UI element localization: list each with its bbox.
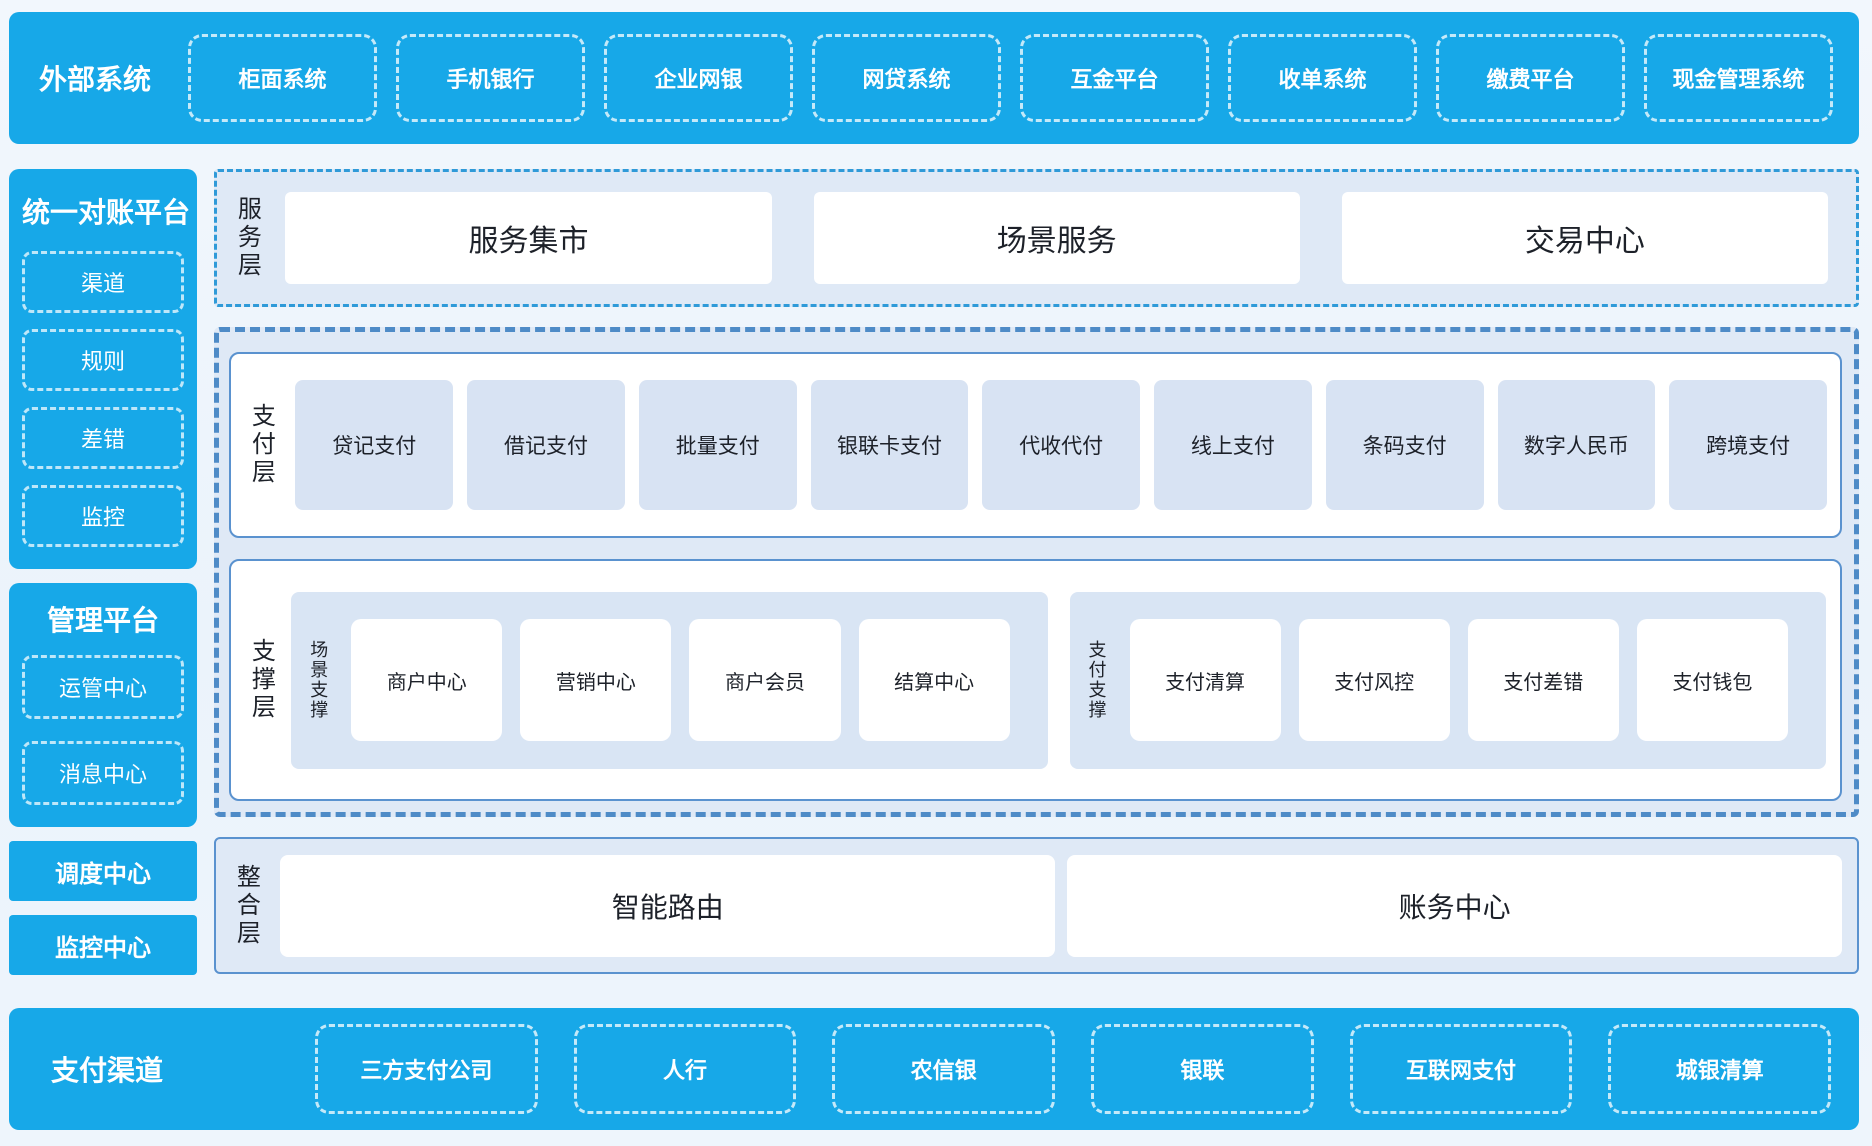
payment-channel-item: 互联网支付 (1350, 1024, 1573, 1114)
payment-channels-label: 支付渠道 (51, 1049, 279, 1089)
support-item: 结算中心 (859, 619, 1010, 741)
payment-channels-bar: 支付渠道 三方支付公司 人行 农信银 银联 互联网支付 城银清算 (9, 1008, 1859, 1130)
support-item: 支付差错 (1468, 619, 1619, 741)
payment-item: 线上支付 (1154, 380, 1312, 510)
reconciliation-item: 规则 (22, 329, 184, 391)
payment-channel-item: 三方支付公司 (315, 1024, 538, 1114)
support-item: 商户中心 (351, 619, 502, 741)
payment-item: 跨境支付 (1669, 380, 1827, 510)
payment-support-label: 支付支撑 (1086, 640, 1106, 720)
monitor-center-box: 监控中心 (9, 915, 197, 975)
service-box: 交易中心 (1342, 192, 1828, 284)
scene-support-items: 商户中心 营销中心 商户会员 结算中心 (351, 619, 1010, 741)
support-item: 支付钱包 (1637, 619, 1788, 741)
external-system-item: 缴费平台 (1436, 34, 1625, 122)
payment-support-group: 支付支撑 支付清算 支付风控 支付差错 支付钱包 (1070, 592, 1826, 769)
scene-support-label: 场景支撑 (307, 640, 327, 720)
support-layer-groups: 场景支撑 商户中心 营销中心 商户会员 结算中心 支付支撑 支付清算 (291, 592, 1826, 769)
payment-layer: 支付层 贷记支付 借记支付 批量支付 银联卡支付 代收代付 线上支付 条码支付 … (229, 352, 1842, 538)
service-box: 场景服务 (814, 192, 1300, 284)
payment-channel-item: 银联 (1091, 1024, 1314, 1114)
payment-item: 代收代付 (982, 380, 1140, 510)
support-item: 支付风控 (1299, 619, 1450, 741)
service-layer-boxes: 服务集市 场景服务 交易中心 (285, 192, 1828, 284)
reconciliation-platform-title: 统一对账平台 (22, 191, 184, 231)
external-systems-bar: 外部系统 柜面系统 手机银行 企业网银 网贷系统 互金平台 收单系统 缴费平台 … (9, 12, 1859, 144)
external-system-item: 收单系统 (1228, 34, 1417, 122)
external-system-item: 网贷系统 (812, 34, 1001, 122)
payment-layer-label: 支付层 (247, 403, 273, 487)
reconciliation-item: 渠道 (22, 251, 184, 313)
dispatch-center-box: 调度中心 (9, 841, 197, 901)
external-systems-label: 外部系统 (39, 58, 169, 98)
support-item: 商户会员 (689, 619, 840, 741)
payment-item: 条码支付 (1326, 380, 1484, 510)
support-layer-label: 支撑层 (247, 638, 273, 722)
integration-layer: 整合层 智能路由 账务中心 (214, 837, 1859, 974)
integration-layer-label: 整合层 (232, 864, 258, 948)
integration-box-item: 智能路由 (280, 855, 1055, 957)
external-system-item: 企业网银 (604, 34, 793, 122)
external-system-item: 手机银行 (396, 34, 585, 122)
integration-layer-boxes: 智能路由 账务中心 (280, 855, 1842, 957)
integration-box-item: 账务中心 (1067, 855, 1842, 957)
external-system-item: 柜面系统 (188, 34, 377, 122)
payment-item: 借记支付 (467, 380, 625, 510)
scene-support-group: 场景支撑 商户中心 营销中心 商户会员 结算中心 (291, 592, 1047, 769)
service-layer: 服务层 服务集市 场景服务 交易中心 (214, 169, 1859, 307)
payment-channel-item: 城银清算 (1608, 1024, 1831, 1114)
middle-region: 统一对账平台 渠道 规则 差错 监控 管理平台 运管中心 消息中心 调度中心 监… (9, 169, 1859, 975)
payment-support-container: 支付层 贷记支付 借记支付 批量支付 银联卡支付 代收代付 线上支付 条码支付 … (214, 327, 1859, 817)
management-platform-title: 管理平台 (22, 599, 184, 639)
support-item: 支付清算 (1130, 619, 1281, 741)
payment-item: 贷记支付 (295, 380, 453, 510)
management-item: 消息中心 (22, 741, 184, 805)
payment-channel-item: 人行 (574, 1024, 797, 1114)
support-layer: 支撑层 场景支撑 商户中心 营销中心 商户会员 结算中心 (229, 559, 1842, 801)
reconciliation-platform-panel: 统一对账平台 渠道 规则 差错 监控 (9, 169, 197, 569)
payment-item: 银联卡支付 (811, 380, 969, 510)
support-item: 营销中心 (520, 619, 671, 741)
payment-item: 批量支付 (639, 380, 797, 510)
service-layer-label: 服务层 (233, 196, 259, 280)
service-box: 服务集市 (285, 192, 771, 284)
architecture-diagram: 外部系统 柜面系统 手机银行 企业网银 网贷系统 互金平台 收单系统 缴费平台 … (0, 0, 1872, 1146)
payment-channel-item: 农信银 (832, 1024, 1055, 1114)
external-system-item: 现金管理系统 (1644, 34, 1833, 122)
management-platform-panel: 管理平台 运管中心 消息中心 (9, 583, 197, 827)
reconciliation-item: 监控 (22, 485, 184, 547)
main-column: 服务层 服务集市 场景服务 交易中心 支付层 贷记支付 借记支付 批量支付 银联… (214, 169, 1859, 974)
management-item: 运管中心 (22, 655, 184, 719)
reconciliation-item: 差错 (22, 407, 184, 469)
left-column: 统一对账平台 渠道 规则 差错 监控 管理平台 运管中心 消息中心 调度中心 监… (9, 169, 197, 975)
external-system-item: 互金平台 (1020, 34, 1209, 122)
payment-layer-items: 贷记支付 借记支付 批量支付 银联卡支付 代收代付 线上支付 条码支付 数字人民… (295, 380, 1827, 510)
payment-support-items: 支付清算 支付风控 支付差错 支付钱包 (1130, 619, 1789, 741)
payment-item: 数字人民币 (1498, 380, 1656, 510)
